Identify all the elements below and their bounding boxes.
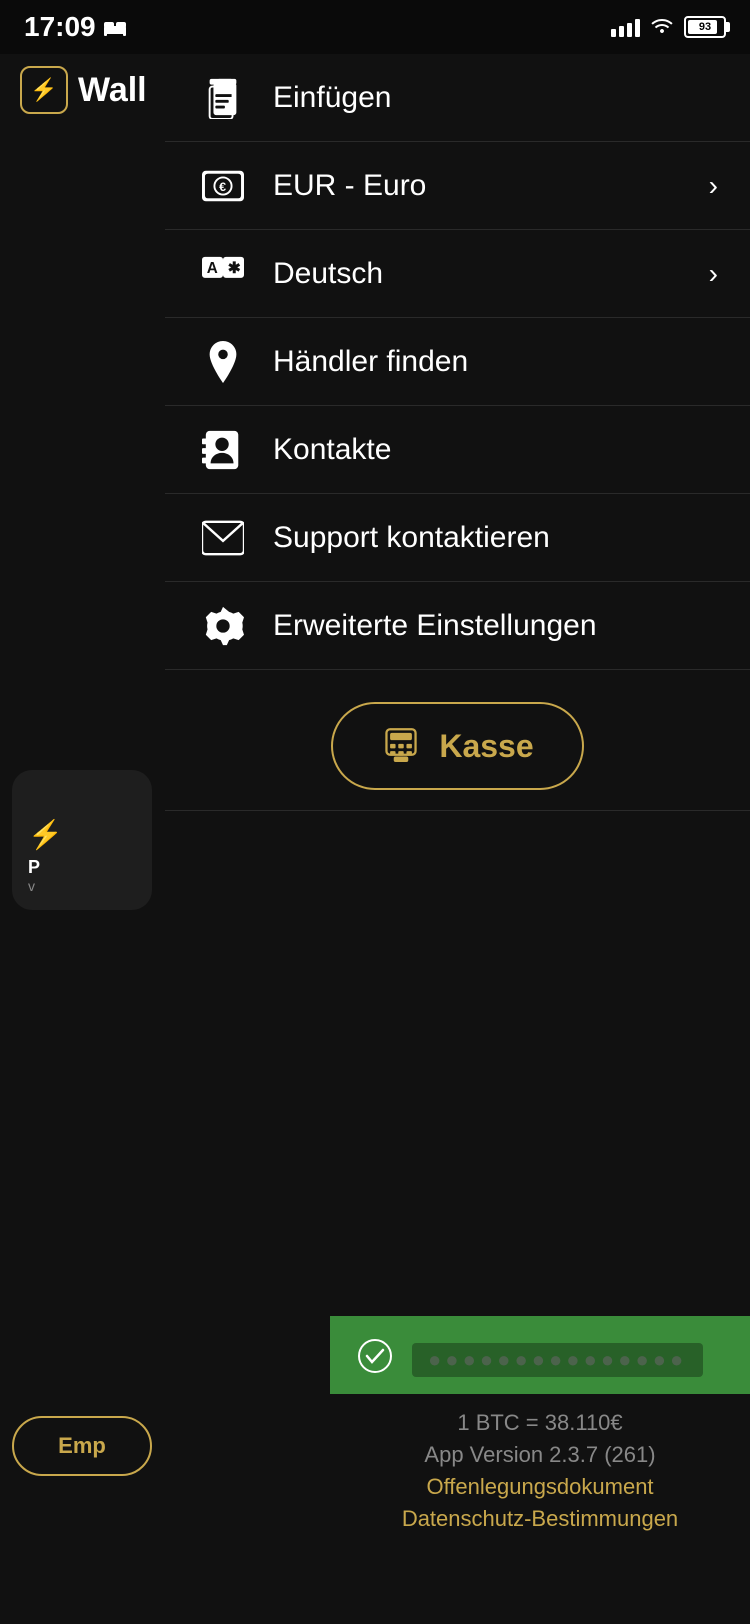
kasse-button[interactable]: Kasse <box>331 702 583 790</box>
signal-icon <box>611 17 640 37</box>
menu-item-deutsch[interactable]: A ✱ Deutsch › <box>165 230 750 318</box>
card-icon: ⚡ <box>28 818 63 851</box>
menu-item-eur-euro[interactable]: € EUR - Euro › <box>165 142 750 230</box>
wifi-icon <box>650 15 674 39</box>
kasse-label: Kasse <box>439 728 533 765</box>
kasse-container: Kasse <box>165 670 750 811</box>
eur-euro-label: EUR - Euro <box>273 169 685 203</box>
card-sub: v <box>28 878 35 894</box>
app-logo: ⚡ Wall <box>20 66 147 114</box>
datenschutz-link[interactable]: Datenschutz-Bestimmungen <box>402 1506 678 1532</box>
notif-text: ●●●●●●●●●●●●●●● <box>412 1343 703 1377</box>
eur-euro-chevron: › <box>709 170 718 202</box>
menu-panel: Einfügen € EUR - Euro › <box>165 54 750 1624</box>
haendler-finden-label: Händler finden <box>273 345 718 379</box>
app-name: Wall <box>78 71 147 110</box>
left-panel: ⚡ Wall ⚡ P v Emp <box>0 0 165 1624</box>
app-version: App Version 2.3.7 (261) <box>424 1442 655 1468</box>
btc-rate: 1 BTC = 38.110€ <box>457 1410 622 1436</box>
contacts-icon <box>197 424 249 476</box>
check-icon <box>358 1339 392 1381</box>
menu-item-kontakte[interactable]: Kontakte <box>165 406 750 494</box>
time-label: 17:09 <box>24 11 96 43</box>
menu-item-einfuegen[interactable]: Einfügen <box>165 54 750 142</box>
language-icon: A ✱ <box>197 248 249 300</box>
offenlegung-link[interactable]: Offenlegungsdokument <box>426 1474 653 1500</box>
menu-item-haendler-finden[interactable]: Händler finden <box>165 318 750 406</box>
status-time: 17:09 <box>24 11 126 43</box>
paste-icon <box>197 72 249 124</box>
location-icon <box>197 336 249 388</box>
bed-icon <box>104 18 126 36</box>
card-text: P <box>28 857 40 878</box>
kontakte-label: Kontakte <box>273 433 718 467</box>
settings-icon <box>197 600 249 652</box>
einfuegen-label: Einfügen <box>273 81 718 115</box>
menu-item-settings[interactable]: Erweiterte Einstellungen <box>165 582 750 670</box>
email-icon <box>197 512 249 564</box>
background-card: ⚡ P v <box>12 770 152 910</box>
kasse-icon <box>381 722 421 770</box>
deutsch-chevron: › <box>709 258 718 290</box>
status-bar: 17:09 93 <box>0 0 750 54</box>
menu-list: Einfügen € EUR - Euro › <box>165 54 750 670</box>
money-icon: € <box>197 160 249 212</box>
settings-label: Erweiterte Einstellungen <box>273 609 718 643</box>
menu-item-support[interactable]: Support kontaktieren <box>165 494 750 582</box>
svg-text:✱: ✱ <box>228 260 241 277</box>
deutsch-label: Deutsch <box>273 257 685 291</box>
svg-text:€: € <box>219 179 226 193</box>
logo-icon: ⚡ <box>20 66 68 114</box>
receive-label: Emp <box>58 1433 106 1459</box>
svg-text:A: A <box>207 260 218 277</box>
battery-icon: 93 <box>684 16 726 38</box>
receive-button[interactable]: Emp <box>12 1416 152 1476</box>
notification-bar: ●●●●●●●●●●●●●●● <box>330 1316 750 1404</box>
status-icons: 93 <box>611 15 726 39</box>
footer-info: 1 BTC = 38.110€ App Version 2.3.7 (261) … <box>330 1394 750 1548</box>
support-label: Support kontaktieren <box>273 521 718 555</box>
